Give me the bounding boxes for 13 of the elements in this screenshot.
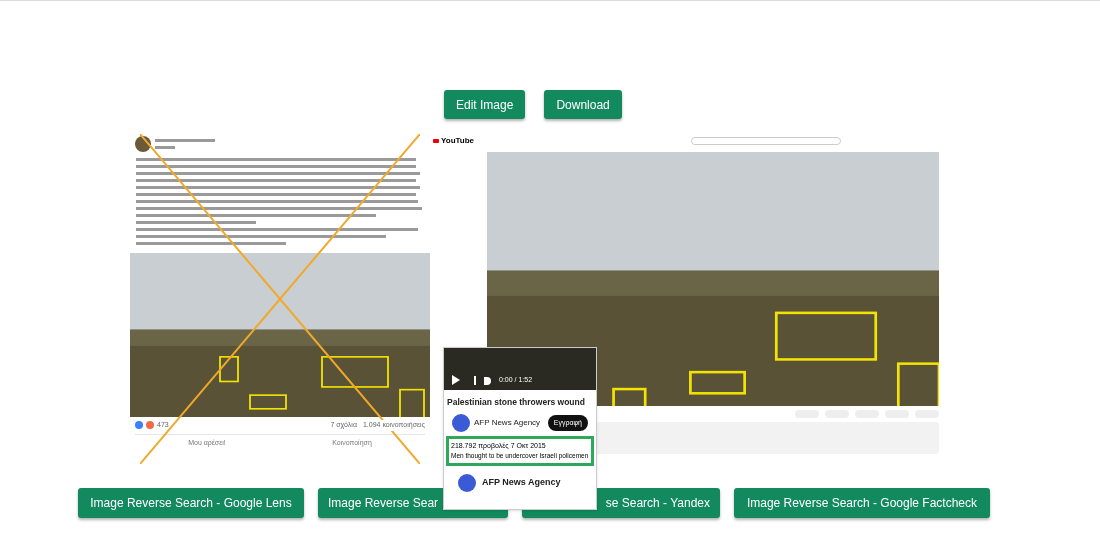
avatar-icon [135, 136, 151, 152]
channel-name: AFP News Agency [482, 476, 561, 490]
reverse-search-button[interactable]: Image Reverse Search - Google Lens [78, 488, 304, 518]
channel-avatar-icon [452, 413, 470, 432]
toolbar-button[interactable]: Edit Image [444, 90, 526, 119]
video-title: Palestinian stone throwers wound [446, 396, 586, 409]
reverse-search-button[interactable]: Image Reverse Search - Google Factcheck [734, 488, 990, 518]
channel-name: AFP News Agency [474, 416, 541, 429]
logo-text: YouTube [441, 135, 475, 147]
channel-avatar-icon [458, 474, 476, 492]
play-logo-icon [433, 139, 439, 143]
play-icon[interactable] [452, 375, 460, 385]
toolbar-button[interactable]: Download [544, 90, 622, 119]
